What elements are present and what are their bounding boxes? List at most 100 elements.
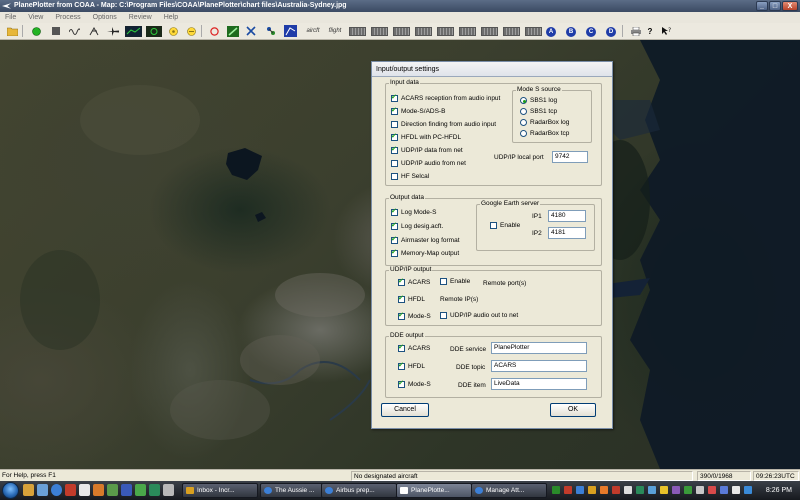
radio[interactable] bbox=[520, 119, 527, 126]
udp-audio-checkbox[interactable]: UDP/IP audio from net bbox=[391, 160, 466, 167]
close-button[interactable]: X bbox=[782, 1, 798, 11]
open-folder-icon[interactable] bbox=[6, 25, 18, 37]
checkbox[interactable] bbox=[391, 132, 398, 141]
chart-view-icon[interactable] bbox=[124, 25, 142, 37]
checkbox[interactable] bbox=[391, 221, 398, 230]
taskbar-clock[interactable]: 8:26 PM bbox=[766, 481, 792, 500]
maximize-button[interactable]: □ bbox=[769, 1, 781, 11]
log-desig-acft-checkbox[interactable]: Log desig.acft. bbox=[391, 221, 443, 230]
window-titlebar[interactable]: PlanePlotter from COAA - Map: C:\Program… bbox=[0, 0, 800, 12]
direction-finding-checkbox[interactable]: Direction finding from audio input bbox=[391, 121, 496, 128]
button-a[interactable]: A bbox=[546, 27, 556, 37]
acars-audio-checkbox[interactable]: ACARS reception from audio input bbox=[391, 93, 500, 102]
print-icon[interactable] bbox=[630, 25, 642, 37]
tray-icon[interactable] bbox=[696, 486, 704, 494]
checkbox[interactable] bbox=[490, 222, 497, 229]
tray-icon[interactable] bbox=[684, 486, 692, 494]
menu-help[interactable]: Help bbox=[159, 12, 185, 23]
tray-icon[interactable] bbox=[660, 486, 668, 494]
minimize-button[interactable]: _ bbox=[756, 1, 768, 11]
taskbar-task-planeplotter[interactable]: PlanePlotte... bbox=[396, 483, 472, 498]
dde-item-field[interactable]: LiveData bbox=[491, 378, 587, 390]
checkbox[interactable] bbox=[391, 173, 398, 180]
wave-icon[interactable] bbox=[68, 25, 80, 37]
tray-icon[interactable] bbox=[648, 486, 656, 494]
flight-button[interactable]: flight bbox=[326, 25, 344, 37]
dde-acars-checkbox[interactable]: ACARS bbox=[398, 343, 430, 352]
hf-selcal-checkbox[interactable]: HF Selcal bbox=[391, 173, 429, 180]
green-arrow-icon[interactable] bbox=[226, 25, 239, 37]
taskbar-task-airbus[interactable]: Airbus prep... bbox=[321, 483, 397, 498]
checkbox[interactable] bbox=[391, 248, 398, 257]
disabled-tool-button[interactable] bbox=[481, 27, 498, 36]
start-icon[interactable] bbox=[30, 25, 42, 37]
browser-icon[interactable] bbox=[51, 484, 62, 496]
checkbox[interactable] bbox=[391, 160, 398, 167]
disabled-tool-button[interactable] bbox=[349, 27, 366, 36]
tray-icon[interactable] bbox=[564, 486, 572, 494]
ok-button[interactable]: OK bbox=[550, 403, 596, 417]
udp-acars-checkbox[interactable]: ACARS bbox=[398, 277, 430, 286]
airmaster-log-checkbox[interactable]: Airmaster log format bbox=[391, 235, 460, 244]
udp-enable-checkbox[interactable]: Enable bbox=[440, 278, 470, 285]
mode-s-adsb-checkbox[interactable]: Mode-S/ADS-B bbox=[391, 106, 445, 115]
taskbar-task-manage[interactable]: Manage Att... bbox=[471, 483, 547, 498]
quick-launch-icon[interactable] bbox=[93, 484, 104, 496]
button-b[interactable]: B bbox=[566, 27, 576, 37]
tools-icon[interactable] bbox=[245, 25, 257, 37]
quick-launch-icon[interactable] bbox=[65, 484, 76, 496]
tray-icon[interactable] bbox=[600, 486, 608, 494]
google-earth-enable-checkbox[interactable]: Enable bbox=[490, 222, 520, 229]
ip2-field[interactable]: 4181 bbox=[548, 227, 586, 239]
radio[interactable] bbox=[520, 97, 527, 104]
checkbox[interactable] bbox=[391, 121, 398, 128]
quick-launch-icon[interactable] bbox=[23, 484, 34, 496]
menu-process[interactable]: Process bbox=[50, 12, 87, 23]
record-icon[interactable] bbox=[208, 25, 220, 37]
taskbar-task-inbox[interactable]: Inbox - Incr... bbox=[182, 483, 258, 498]
udp-mode-s-checkbox[interactable]: Mode-S bbox=[398, 311, 431, 320]
tray-icon[interactable] bbox=[588, 486, 596, 494]
checkbox[interactable] bbox=[398, 294, 405, 303]
map-view-icon[interactable] bbox=[145, 25, 162, 37]
disabled-tool-button[interactable] bbox=[415, 27, 432, 36]
menu-options[interactable]: Options bbox=[88, 12, 124, 23]
quick-launch-icon[interactable] bbox=[107, 484, 118, 496]
stop-icon[interactable] bbox=[50, 25, 62, 37]
sbs1-log-radio[interactable]: SBS1 log bbox=[520, 97, 557, 104]
tray-icon[interactable] bbox=[576, 486, 584, 494]
zoom-icon[interactable] bbox=[185, 25, 197, 37]
ip1-field[interactable]: 4180 bbox=[548, 210, 586, 222]
disabled-tool-button[interactable] bbox=[437, 27, 454, 36]
memory-map-checkbox[interactable]: Memory-Map output bbox=[391, 248, 459, 257]
button-c[interactable]: C bbox=[586, 27, 596, 37]
aircraft-button[interactable]: aircft bbox=[303, 25, 323, 37]
context-help-icon[interactable]: ? bbox=[660, 25, 672, 37]
dde-service-field[interactable]: PlanePlotter bbox=[491, 342, 587, 354]
disabled-tool-button[interactable] bbox=[393, 27, 410, 36]
hfdl-checkbox[interactable]: HFDL with PC-HFDL bbox=[391, 132, 461, 141]
udp-hfdl-checkbox[interactable]: HFDL bbox=[398, 294, 425, 303]
udp-local-port-field[interactable]: 9742 bbox=[552, 151, 588, 163]
checkbox[interactable] bbox=[440, 312, 447, 319]
target-icon[interactable] bbox=[167, 25, 179, 37]
help-button[interactable]: ? bbox=[645, 25, 655, 37]
menu-view[interactable]: View bbox=[23, 12, 50, 23]
tray-icon[interactable] bbox=[636, 486, 644, 494]
tray-icon[interactable] bbox=[708, 486, 716, 494]
radarbox-log-radio[interactable]: RadarBox log bbox=[520, 119, 569, 126]
menu-review[interactable]: Review bbox=[124, 12, 159, 23]
button-d[interactable]: D bbox=[606, 27, 616, 37]
udp-data-checkbox[interactable]: UDP/IP data from net bbox=[391, 145, 463, 154]
checkbox[interactable] bbox=[391, 235, 398, 244]
quick-launch-icon[interactable] bbox=[149, 484, 160, 496]
volume-icon[interactable] bbox=[732, 486, 740, 494]
radar-icon[interactable] bbox=[88, 25, 100, 37]
disabled-tool-button[interactable] bbox=[503, 27, 520, 36]
checkbox[interactable] bbox=[398, 343, 405, 352]
quick-launch-icon[interactable] bbox=[79, 484, 90, 496]
tray-icon[interactable] bbox=[624, 486, 632, 494]
checkbox[interactable] bbox=[398, 311, 405, 320]
dde-hfdl-checkbox[interactable]: HFDL bbox=[398, 361, 425, 370]
tray-icon[interactable] bbox=[612, 486, 620, 494]
